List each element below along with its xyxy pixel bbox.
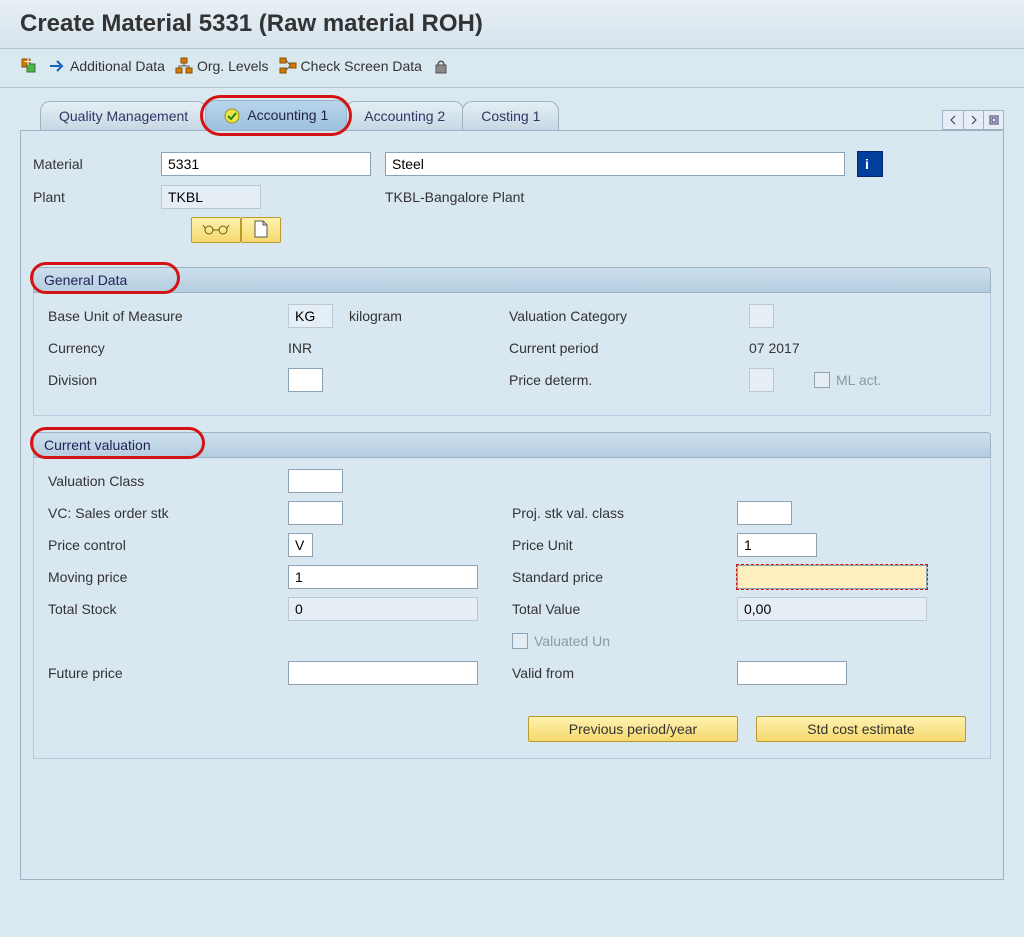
document-icon xyxy=(253,220,269,241)
total-value-input xyxy=(737,597,927,621)
standard-price-label: Standard price xyxy=(512,569,737,585)
tab-strip: Quality Management Accounting 1 Accounti… xyxy=(40,100,1004,130)
future-price-label: Future price xyxy=(48,665,288,681)
create-button[interactable] xyxy=(241,217,281,243)
tab-quality-management[interactable]: Quality Management xyxy=(40,101,207,130)
valuation-cat-input[interactable] xyxy=(749,304,774,328)
total-value-label: Total Value xyxy=(512,601,737,617)
moving-price-input[interactable] xyxy=(288,565,478,589)
price-determ-input[interactable] xyxy=(749,368,774,392)
current-valuation-title: Current valuation xyxy=(44,437,151,453)
icon-buttons-row xyxy=(33,217,991,243)
prev-period-button[interactable]: Previous period/year xyxy=(528,716,738,742)
base-uom-input[interactable] xyxy=(288,304,333,328)
general-data-title: General Data xyxy=(44,272,127,288)
tab-body: Material i Plant TKBL-Bangalore Plant Ge… xyxy=(20,130,1004,880)
price-unit-input[interactable] xyxy=(737,533,817,557)
division-label: Division xyxy=(48,372,288,388)
variant-button[interactable]: + xyxy=(20,57,38,75)
display-button[interactable] xyxy=(191,217,241,243)
moving-price-label: Moving price xyxy=(48,569,288,585)
valuated-un-label: Valuated Un xyxy=(534,633,694,649)
current-period-value: 07 2017 xyxy=(749,340,909,356)
valid-from-label: Valid from xyxy=(512,665,737,681)
variant-icon: + xyxy=(20,57,38,75)
plant-row: Plant TKBL-Bangalore Plant xyxy=(33,185,991,209)
division-input[interactable] xyxy=(288,368,323,392)
glasses-icon xyxy=(202,222,230,239)
lock-button[interactable] xyxy=(432,57,450,75)
ml-act-checkbox xyxy=(814,372,830,388)
std-cost-button[interactable]: Std cost estimate xyxy=(756,716,966,742)
tab-nav xyxy=(942,110,1004,130)
vc-sales-input[interactable] xyxy=(288,501,343,525)
current-valuation-body: Valuation Class VC: Sales order stk Pric… xyxy=(33,458,991,759)
total-stock-label: Total Stock xyxy=(48,601,288,617)
plant-input[interactable] xyxy=(161,185,261,209)
proj-stk-input[interactable] xyxy=(737,501,792,525)
lock-icon xyxy=(432,57,450,75)
check-screen-button[interactable]: Check Screen Data xyxy=(279,57,422,75)
valuation-class-input[interactable] xyxy=(288,469,343,493)
svg-text:+: + xyxy=(24,57,32,69)
future-price-input[interactable] xyxy=(288,661,478,685)
check-icon xyxy=(224,108,240,124)
price-unit-label: Price Unit xyxy=(512,537,737,553)
tab-list-button[interactable] xyxy=(983,111,1003,129)
plant-desc: TKBL-Bangalore Plant xyxy=(385,189,524,205)
material-label: Material xyxy=(33,156,161,172)
org-levels-label: Org. Levels xyxy=(197,58,269,74)
org-levels-icon xyxy=(175,57,193,75)
standard-price-input[interactable] xyxy=(737,565,927,589)
plant-label: Plant xyxy=(33,189,161,205)
additional-data-label: Additional Data xyxy=(70,58,165,74)
check-screen-icon xyxy=(279,57,297,75)
tab-accounting-2[interactable]: Accounting 2 xyxy=(345,101,464,130)
currency-value: INR xyxy=(288,340,448,356)
tab-label: Costing 1 xyxy=(481,108,540,124)
base-uom-text: kilogram xyxy=(349,308,509,324)
svg-text:i: i xyxy=(865,156,869,172)
page-title: Create Material 5331 (Raw material ROH) xyxy=(20,10,1004,38)
org-levels-button[interactable]: Org. Levels xyxy=(175,57,269,75)
tab-prev-button[interactable] xyxy=(943,111,963,129)
material-row: Material i xyxy=(33,151,991,177)
ml-act-label: ML act. xyxy=(836,372,996,388)
valuated-un-checkbox xyxy=(512,633,528,649)
vc-sales-label: VC: Sales order stk xyxy=(48,505,288,521)
info-button[interactable]: i xyxy=(857,151,883,177)
currency-label: Currency xyxy=(48,340,288,356)
tab-label: Accounting 2 xyxy=(364,108,445,124)
tab-label: Quality Management xyxy=(59,108,188,124)
tab-label: Accounting 1 xyxy=(247,107,328,123)
base-uom-label: Base Unit of Measure xyxy=(48,308,288,324)
check-screen-label: Check Screen Data xyxy=(301,58,422,74)
tab-next-button[interactable] xyxy=(963,111,983,129)
current-valuation-header: Current valuation xyxy=(33,432,991,458)
toolbar: + Additional Data Org. Levels Check Scre… xyxy=(0,49,1024,88)
general-data-body: Base Unit of Measure kilogram Currency I… xyxy=(33,293,991,416)
additional-data-button[interactable]: Additional Data xyxy=(48,57,165,75)
valuation-cat-label: Valuation Category xyxy=(509,308,749,324)
valuation-class-label: Valuation Class xyxy=(48,473,288,489)
tab-accounting-1[interactable]: Accounting 1 xyxy=(205,100,347,130)
material-desc-input[interactable] xyxy=(385,152,845,176)
title-bar: Create Material 5331 (Raw material ROH) xyxy=(0,0,1024,49)
current-period-label: Current period xyxy=(509,340,749,356)
price-determ-label: Price determ. xyxy=(509,372,749,388)
price-control-input[interactable] xyxy=(288,533,313,557)
tab-costing-1[interactable]: Costing 1 xyxy=(462,101,559,130)
total-stock-input xyxy=(288,597,478,621)
material-input[interactable] xyxy=(161,152,371,176)
arrow-right-icon xyxy=(48,57,66,75)
price-control-label: Price control xyxy=(48,537,288,553)
proj-stk-label: Proj. stk val. class xyxy=(512,505,737,521)
valid-from-input[interactable] xyxy=(737,661,847,685)
general-data-header: General Data xyxy=(33,267,991,293)
